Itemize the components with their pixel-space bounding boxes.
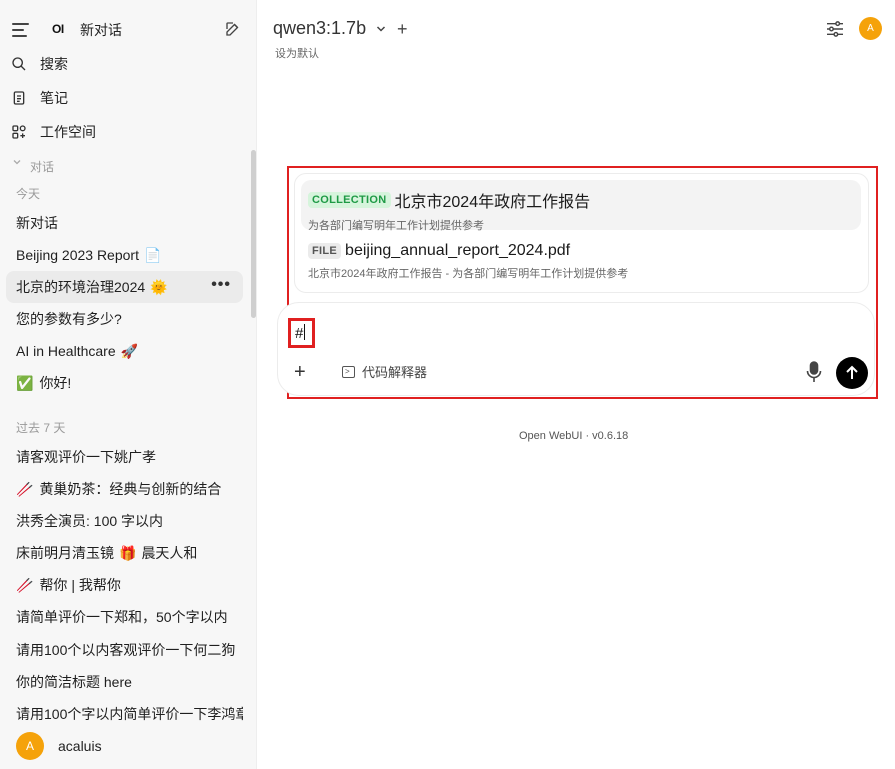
group-last-7-days: 过去 7 天 [16,421,66,435]
suggestion-title: beijing_annual_report_2024.pdf [345,242,571,259]
chat-item-label: Beijing 2023 Report [16,247,139,263]
user-menu[interactable]: A acaluis [16,731,102,761]
message-composer [277,302,875,396]
more-options-icon[interactable]: ••• [211,277,231,293]
model-selector[interactable]: qwen3:1.7b [273,18,366,39]
message-input-value: # [295,325,304,342]
nav-workspace-label: 工作空间 [40,124,96,140]
suggestion-title: 北京市2024年政府工作报告 [394,194,591,211]
send-button[interactable] [836,357,868,389]
chat-item-active[interactable]: 北京的环境治理2024 🌞 ••• [6,271,243,303]
version-footer: Open WebUI · v0.6.18 [519,430,629,442]
attach-button[interactable]: + [294,361,306,384]
set-default-link[interactable]: 设为默认 [275,45,319,61]
search-icon [10,55,28,73]
suggestion-file[interactable]: FILE beijing_annual_report_2024.pdf 北京市2… [301,234,861,284]
chat-item-label: AI in Healthcare [16,343,116,359]
chopsticks-emoji-icon: 🥢 [16,480,34,497]
chat-item-label: 洪秀全演员: 100 字以内 [16,513,164,529]
check-emoji-icon: ✅ [16,374,34,391]
microphone-icon[interactable] [806,361,822,383]
logo: OI [52,22,64,36]
chat-item-label-tail: 晨天人和 [141,545,198,561]
avatar[interactable]: A [859,17,882,40]
chat-item[interactable]: 洪秀全演员: 100 字以内 [6,505,243,537]
knowledge-suggestions: COLLECTION 北京市2024年政府工作报告 为各部门编写明年工作计划提供… [294,173,869,293]
rocket-emoji-icon: 🚀 [120,342,139,359]
suggestion-desc: 北京市2024年政府工作报告 - 为各部门编写明年工作计划提供参考 [308,268,629,280]
file-badge: FILE [308,243,342,259]
chat-item-label: 床前明月清玉镜 [16,545,114,561]
user-name: acaluis [58,738,102,754]
chat-item[interactable]: 请用100个字以内简单评价一下李鸿章 [6,698,243,730]
chat-item[interactable]: 请用100个以内客观评价一下何二狗 [6,634,243,666]
code-interpreter-label: 代码解释器 [362,365,428,380]
sidebar-scrollbar[interactable] [251,150,256,318]
chat-item[interactable]: Beijing 2023 Report 📄 [6,239,243,271]
message-input[interactable]: # [288,318,315,348]
document-emoji-icon: 📄 [143,246,162,263]
chat-item[interactable]: AI in Healthcare 🚀 [6,335,243,367]
terminal-icon: > [342,365,355,378]
workspace-icon [10,123,28,141]
collection-badge: COLLECTION [308,192,391,208]
chat-item-label: 请用100个字以内简单评价一下李鸿章 [16,706,243,722]
chat-item[interactable]: 新对话 [6,207,243,239]
chat-item[interactable]: 床前明月清玉镜 🎁 晨天人和 [6,537,243,569]
avatar: A [16,732,44,760]
chopsticks-emoji-icon: 🥢 [16,576,34,593]
nav-search-label: 搜索 [40,56,68,72]
chat-item-label: 您的参数有多少? [16,311,122,327]
chat-item-label: 黄巢奶茶：经典与创新的结合 [39,481,222,497]
chat-item[interactable]: 请简单评价一下郑和，50个字以内 [6,601,243,633]
new-chat-button[interactable]: 新对话 [80,20,122,40]
chat-item[interactable]: 请客观评价一下姚广孝 [6,441,243,473]
compose-icon[interactable] [224,20,242,38]
notes-icon [10,89,28,107]
sidebar: OI 新对话 搜索 笔记 工作空间 对话 今天 新对话 Beijing 2023… [0,0,257,769]
chat-item-label: 请用100个以内客观评价一下何二狗 [16,642,236,658]
menu-icon[interactable] [12,23,29,37]
chat-item[interactable]: 🥢 帮你 | 我帮你 [6,569,243,601]
sun-emoji-icon: 🌞 [150,278,168,295]
chat-item-label: 你的简洁标题 here [16,674,132,690]
section-chats[interactable]: 对话 [30,158,54,175]
chevron-down-icon[interactable] [376,25,386,33]
code-interpreter-button[interactable]: > 代码解释器 [342,362,427,381]
chat-item-label: 北京的环境治理2024 [16,279,146,295]
chat-item-label: 请客观评价一下姚广孝 [16,449,156,465]
sliders-icon[interactable] [826,21,844,37]
nav-search[interactable]: 搜索 [10,50,245,78]
group-today: 今天 [16,187,41,201]
arrow-up-icon [846,365,858,379]
chat-item-label: 你好! [39,375,72,391]
suggestion-collection[interactable]: COLLECTION 北京市2024年政府工作报告 为各部门编写明年工作计划提供… [301,180,861,232]
chat-item[interactable]: 你的简洁标题 here [6,666,243,698]
gift-emoji-icon: 🎁 [119,544,137,561]
nav-notes[interactable]: 笔记 [10,84,245,112]
nav-workspace[interactable]: 工作空间 [10,118,245,146]
sidebar-top: OI 新对话 [0,14,257,46]
chat-item-label: 帮你 | 我帮你 [39,577,121,593]
chat-item-label: 新对话 [16,215,58,231]
chat-item-label: 请简单评价一下郑和，50个字以内 [16,609,228,625]
suggestion-desc: 为各部门编写明年工作计划提供参考 [308,220,484,232]
text-caret [304,324,306,340]
chevron-down-icon[interactable] [12,157,22,167]
chat-item[interactable]: 🥢 黄巢奶茶：经典与创新的结合 [6,473,243,505]
nav-notes-label: 笔记 [40,90,68,106]
chat-item[interactable]: 您的参数有多少? [6,303,243,335]
add-model-button[interactable]: + [397,19,408,40]
chat-item[interactable]: ✅ 你好! [6,367,243,399]
